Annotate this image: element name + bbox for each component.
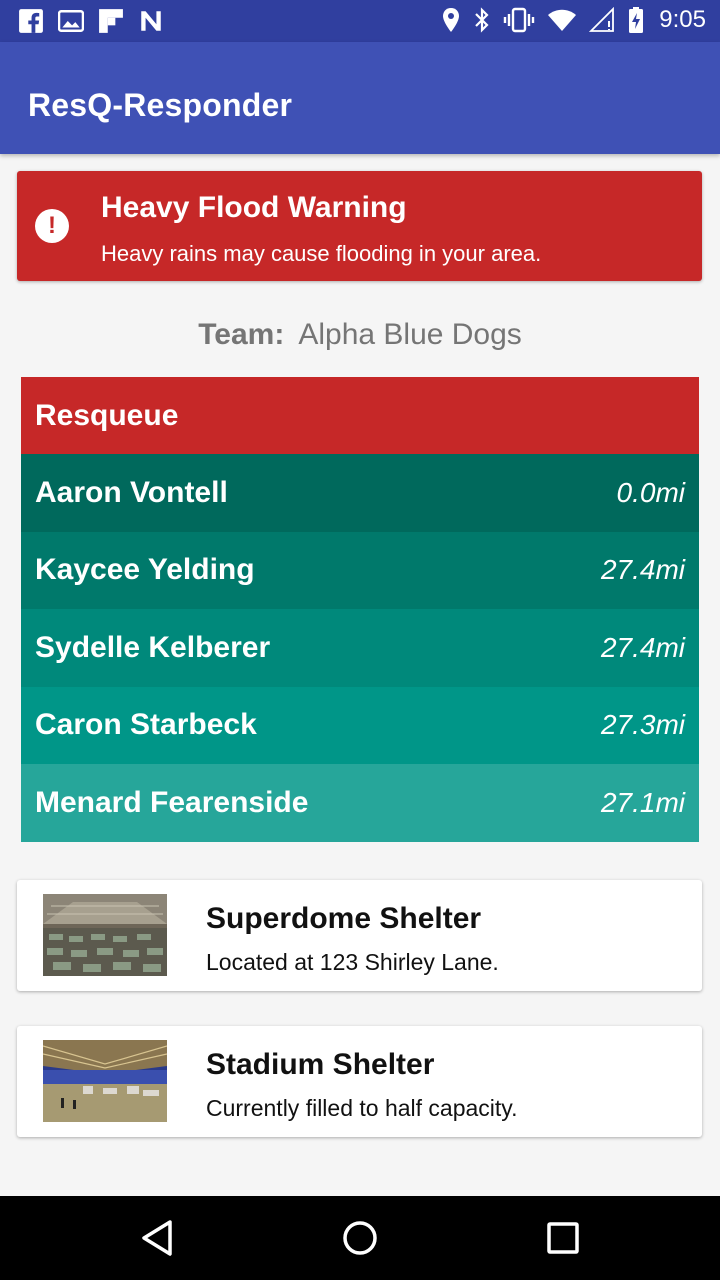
- flood-alert-card[interactable]: Heavy Flood Warning Heavy rains may caus…: [17, 171, 702, 281]
- home-icon[interactable]: [340, 1218, 380, 1258]
- team-info: Team: Alpha Blue Dogs: [0, 318, 720, 352]
- queue-item[interactable]: Menard Fearenside 27.1mi: [21, 764, 699, 842]
- clock: 9:05: [659, 6, 706, 33]
- app-title: ResQ-Responder: [28, 87, 293, 123]
- system-icons: 9:05: [441, 6, 706, 34]
- back-icon[interactable]: [138, 1218, 178, 1258]
- no-signal-icon: [589, 7, 615, 32]
- queue-item[interactable]: Aaron Vontell 0.0mi: [21, 454, 699, 532]
- recents-icon[interactable]: [543, 1218, 583, 1258]
- queue-item-name: Kaycee Yelding: [35, 553, 255, 587]
- shelter-card-superdome[interactable]: Superdome Shelter Located at 123 Shirley…: [17, 880, 702, 991]
- alert-message: Heavy rains may cause flooding in your a…: [101, 241, 542, 266]
- shelter-title: Superdome Shelter: [206, 902, 482, 935]
- queue-item-distance: 27.4mi: [600, 554, 685, 586]
- flipboard-icon: [99, 9, 123, 33]
- queue-item[interactable]: Kaycee Yelding 27.4mi: [21, 531, 699, 609]
- photo-icon: [58, 10, 84, 32]
- queue-item-name: Caron Starbeck: [35, 708, 257, 742]
- queue-item-distance: 27.1mi: [600, 786, 685, 818]
- notification-icons: [18, 8, 164, 34]
- queue-item-name: Aaron Vontell: [35, 475, 228, 509]
- alert-title: Heavy Flood Warning: [101, 191, 407, 224]
- shelter-description: Located at 123 Shirley Lane.: [206, 949, 499, 975]
- bluetooth-icon: [475, 7, 489, 33]
- queue-header: Resqueue: [21, 377, 699, 454]
- team-name: Alpha Blue Dogs: [298, 318, 522, 351]
- queue-item-distance: 0.0mi: [616, 476, 685, 508]
- superdome-shelter-photo: [43, 894, 167, 976]
- n-icon: [141, 11, 161, 31]
- location-icon: [443, 8, 460, 32]
- rescue-queue: Resqueue Aaron Vontell 0.0mi Kaycee Yeld…: [21, 377, 699, 842]
- team-label: Team:: [198, 318, 285, 351]
- queue-item[interactable]: Caron Starbeck 27.3mi: [21, 686, 699, 764]
- queue-item-distance: 27.4mi: [600, 631, 685, 663]
- queue-item-name: Menard Fearenside: [35, 785, 309, 819]
- status-bar: 9:05: [0, 0, 720, 42]
- queue-item[interactable]: Sydelle Kelberer 27.4mi: [21, 609, 699, 687]
- navigation-bar: [0, 1196, 720, 1280]
- queue-item-name: Sydelle Kelberer: [35, 630, 271, 664]
- shelter-card-stadium[interactable]: Stadium Shelter Currently filled to half…: [17, 1026, 702, 1137]
- queue-item-distance: 27.3mi: [600, 709, 685, 741]
- app-bar: ResQ-Responder: [0, 42, 720, 154]
- wifi-icon: [548, 9, 577, 31]
- vibrate-icon: [504, 7, 535, 33]
- stadium-shelter-photo: [43, 1040, 167, 1122]
- facebook-icon: [19, 9, 43, 33]
- exclamation-icon: !: [35, 209, 69, 243]
- shelter-description: Currently filled to half capacity.: [206, 1095, 518, 1121]
- battery-icon: [629, 7, 644, 33]
- shelter-title: Stadium Shelter: [206, 1048, 435, 1081]
